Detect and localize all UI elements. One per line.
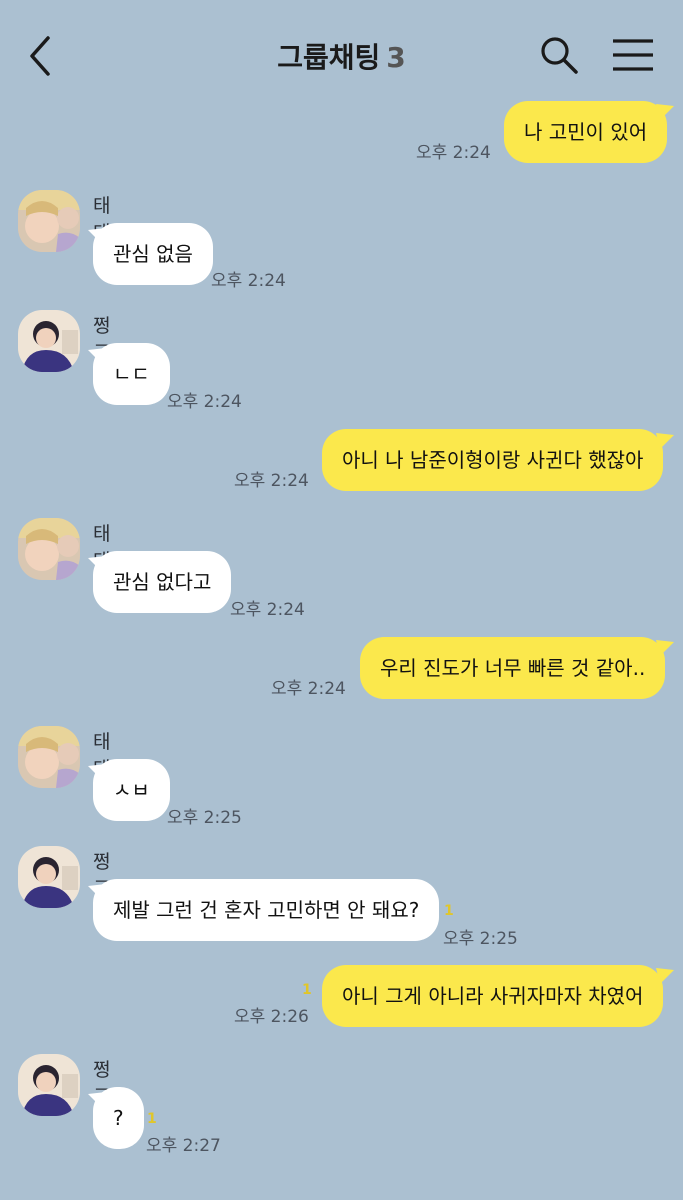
message-bubble[interactable]: 관심 없음	[93, 223, 213, 285]
message-time: 오후 2:27	[146, 1136, 221, 1156]
message-time: 오후 2:24	[416, 143, 491, 163]
menu-icon[interactable]	[610, 36, 656, 74]
message-bubble[interactable]: ㄴㄷ	[93, 343, 170, 405]
chat-room-name: 그룹채팅	[277, 41, 381, 74]
message-bubble[interactable]: ?	[93, 1087, 144, 1149]
unread-count: 1	[444, 903, 454, 919]
message-time: 오후 2:25	[167, 808, 242, 828]
avatar[interactable]	[18, 190, 80, 252]
message-bubble[interactable]: ㅅㅂ	[93, 759, 170, 821]
message-bubble[interactable]: 나 고민이 있어	[504, 101, 668, 163]
message-time: 오후 2:24	[211, 271, 286, 291]
chat-header: 그룹채팅 3	[0, 0, 683, 100]
message-time: 오후 2:24	[167, 392, 242, 412]
chat-title: 그룹채팅 3	[0, 36, 683, 76]
avatar[interactable]	[18, 518, 80, 580]
unread-count: 1	[302, 982, 312, 998]
message-time: 오후 2:26	[234, 1007, 309, 1027]
avatar[interactable]	[18, 726, 80, 788]
message-bubble[interactable]: 아니 그게 아니라 사귀자마자 차였어	[322, 965, 664, 1027]
message-bubble[interactable]: 관심 없다고	[93, 551, 232, 613]
avatar[interactable]	[18, 846, 80, 908]
search-icon[interactable]	[538, 34, 580, 76]
message-bubble[interactable]: 아니 나 남준이형이랑 사귄다 했잖아	[322, 429, 664, 491]
avatar[interactable]	[18, 310, 80, 372]
message-bubble[interactable]: 제발 그런 건 혼자 고민하면 안 돼요?	[93, 879, 440, 941]
message-time: 오후 2:24	[230, 600, 305, 620]
avatar[interactable]	[18, 1054, 80, 1116]
message-time: 오후 2:25	[443, 929, 518, 949]
message-time: 오후 2:24	[271, 679, 346, 699]
unread-count: 1	[147, 1111, 157, 1127]
message-time: 오후 2:24	[234, 471, 309, 491]
message-bubble[interactable]: 우리 진도가 너무 빠른 것 같아..	[360, 637, 666, 699]
member-count: 3	[386, 41, 406, 74]
